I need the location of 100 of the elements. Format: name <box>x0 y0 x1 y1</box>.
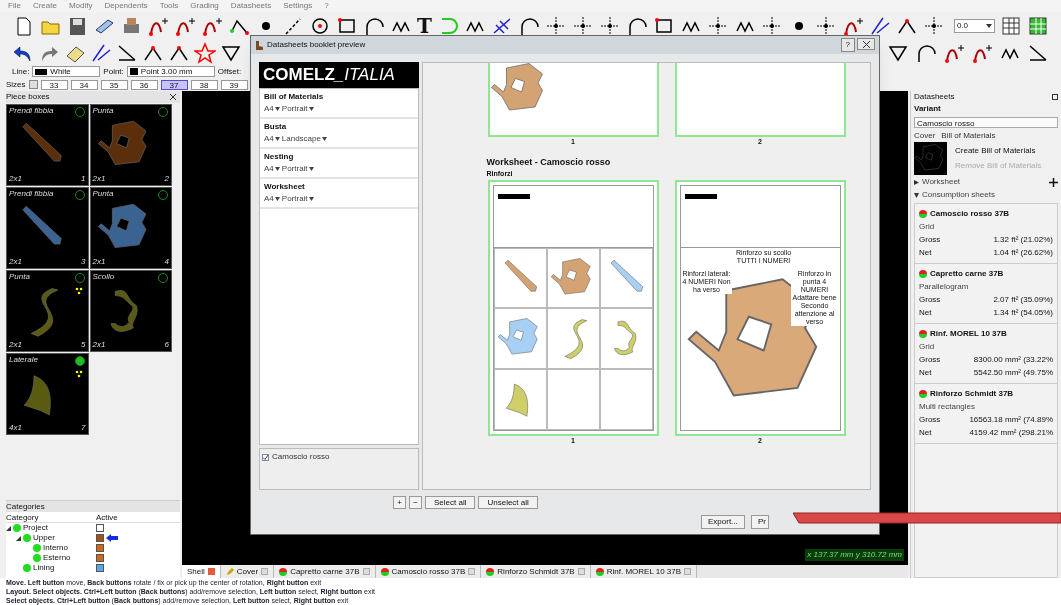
gross-label: Gross <box>919 414 941 426</box>
size-field[interactable]: 37 <box>160 79 188 90</box>
crosshair-icon[interactable] <box>544 15 567 37</box>
gross-label: Gross <box>919 234 941 246</box>
arc-icon[interactable] <box>363 15 385 37</box>
tree-item[interactable]: Upper <box>33 532 55 544</box>
expand-arrow-icon <box>914 179 919 185</box>
restore-icon[interactable] <box>1052 94 1058 100</box>
menu-item[interactable]: File <box>8 0 21 12</box>
menu-item[interactable]: Create <box>32 0 57 12</box>
orientation-selector[interactable]: Portrait <box>281 103 314 115</box>
sheet-method: Parallelogram <box>919 281 970 293</box>
orientation-selector[interactable]: Portrait <box>281 193 314 205</box>
checkbox[interactable] <box>262 453 269 461</box>
orientation-selector[interactable]: Landscape <box>281 133 327 145</box>
piece-tile[interactable]: Punta 2x1 2 <box>89 104 172 186</box>
curve-icon[interactable] <box>147 15 169 37</box>
document-tab[interactable]: Rinf. MOREL 10 37B <box>590 565 698 578</box>
size-field[interactable]: 36 <box>130 79 158 90</box>
text-tool-button[interactable]: T <box>417 15 432 37</box>
sheet-name: Capretto carne 37B <box>930 268 1004 280</box>
paper-size-selector[interactable]: A4 <box>264 133 280 145</box>
paper-size-selector[interactable]: A4 <box>264 193 280 205</box>
variant-dropdown[interactable]: Camoscio rosso <box>914 117 1058 128</box>
logo-icon <box>684 193 717 199</box>
piece-tile[interactable]: Punta 2x1 4 <box>89 187 172 269</box>
size-field[interactable]: 34 <box>70 79 98 90</box>
line-dropdown[interactable]: White <box>32 66 101 77</box>
document-tab[interactable]: Cover <box>220 565 275 578</box>
booklet-item[interactable]: Nesting A4 Portrait <box>260 149 418 179</box>
paper-size-selector[interactable]: A4 <box>264 163 280 175</box>
menu-item[interactable]: Dependents <box>104 0 148 12</box>
menu-item[interactable]: Settings <box>283 0 313 12</box>
crosshair-icon[interactable] <box>571 15 594 37</box>
piece-tile[interactable]: Prendi fibbia 2x1 1 <box>6 104 89 186</box>
grid-icon[interactable] <box>1027 15 1049 37</box>
piece-tile[interactable]: Punta 2x1 5 <box>6 270 89 352</box>
size-field[interactable]: 33 <box>40 79 68 90</box>
booklet-item[interactable]: Busta A4 Landscape <box>260 119 418 149</box>
dropdown-arrow-icon <box>274 197 280 201</box>
tree-item[interactable]: Esterno <box>43 552 71 564</box>
menu-item[interactable]: Datasheets <box>230 0 272 12</box>
create-bom-link[interactable]: Create Bill of Materials <box>955 145 1042 157</box>
point-dropdown[interactable]: Point 3.00 mm <box>126 66 215 77</box>
booklet-item[interactable]: Worksheet A4 Portrait <box>260 179 418 209</box>
crossing-lines-icon[interactable] <box>868 15 891 37</box>
dialog-title: Datasheets booklet preview <box>267 39 366 51</box>
point-swatch-icon <box>129 68 138 75</box>
list-icon-button[interactable]: − <box>409 495 422 509</box>
menu-item[interactable]: Modify <box>68 0 93 12</box>
crosshair-icon[interactable] <box>706 15 729 37</box>
tab-close-icon[interactable] <box>207 568 215 575</box>
size-field[interactable]: 38 <box>190 79 218 90</box>
menu-item[interactable]: Tools <box>159 0 179 12</box>
menu-item[interactable]: ? <box>324 0 329 12</box>
close-icon[interactable] <box>170 94 176 100</box>
section-toggle[interactable]: Worksheet <box>914 176 961 188</box>
list-button[interactable]: Unselect all <box>478 495 538 509</box>
document-tab[interactable]: Capretto carne 37B <box>274 565 376 578</box>
dropdown-arrow-icon <box>308 107 314 111</box>
document-tab[interactable]: Camoscio rosso 37B <box>375 565 482 578</box>
expand-arrow-icon <box>914 192 919 198</box>
menu-item[interactable]: Grading <box>190 0 219 12</box>
column-header: Active <box>96 512 118 522</box>
crosshair-icon[interactable] <box>814 15 837 37</box>
document-tab[interactable]: Shell <box>182 565 221 578</box>
document-tab[interactable]: Rinforzo Schmidt 37B <box>481 565 591 578</box>
orientation-selector[interactable]: Portrait <box>281 163 314 175</box>
star-icon[interactable] <box>194 41 216 64</box>
list-button[interactable]: Select all <box>425 495 476 509</box>
size-field[interactable]: 35 <box>100 79 128 90</box>
crosshair-icon[interactable] <box>922 15 945 37</box>
tree-item[interactable]: Project <box>23 522 48 534</box>
piece-tile[interactable]: Scollo 2x1 6 <box>89 270 172 352</box>
curve-icon[interactable] <box>841 15 864 37</box>
dropdown-arrow-icon <box>274 167 280 171</box>
cover-thumbnail[interactable] <box>914 142 947 175</box>
crosshair-icon[interactable] <box>598 15 621 37</box>
zoom-dropdown[interactable]: 0.0 <box>953 19 995 33</box>
list-icon-button[interactable]: + <box>393 495 406 509</box>
section-toggle[interactable]: Consumption sheets <box>914 189 995 201</box>
dialog-button[interactable]: Pr <box>751 515 769 529</box>
crosshair-icon[interactable] <box>760 15 783 37</box>
pencil-icon <box>225 567 234 576</box>
booklet-item[interactable]: Bill of Materials A4 Portrait <box>260 89 418 119</box>
dialog-button[interactable]: Export... <box>701 515 745 529</box>
circle-icon[interactable] <box>309 15 331 37</box>
tree-item[interactable]: Lining <box>33 562 55 574</box>
piece-tile[interactable]: Prendi fibbia 2x1 3 <box>6 187 89 269</box>
table-icon[interactable] <box>1000 15 1022 37</box>
paper-size-selector[interactable]: A4 <box>264 103 280 115</box>
curve-icon[interactable] <box>174 15 196 37</box>
add-icon[interactable] <box>1049 177 1058 187</box>
tree-item[interactable]: Interno <box>43 542 68 554</box>
help-button[interactable]: ? <box>840 38 855 52</box>
close-button[interactable] <box>857 38 875 50</box>
piece-count: 2x1 <box>92 256 106 268</box>
curve-icon[interactable] <box>201 15 223 37</box>
size-field[interactable]: 39 <box>220 79 248 90</box>
piece-tile[interactable]: Laterale 4x1 7 <box>6 353 89 435</box>
